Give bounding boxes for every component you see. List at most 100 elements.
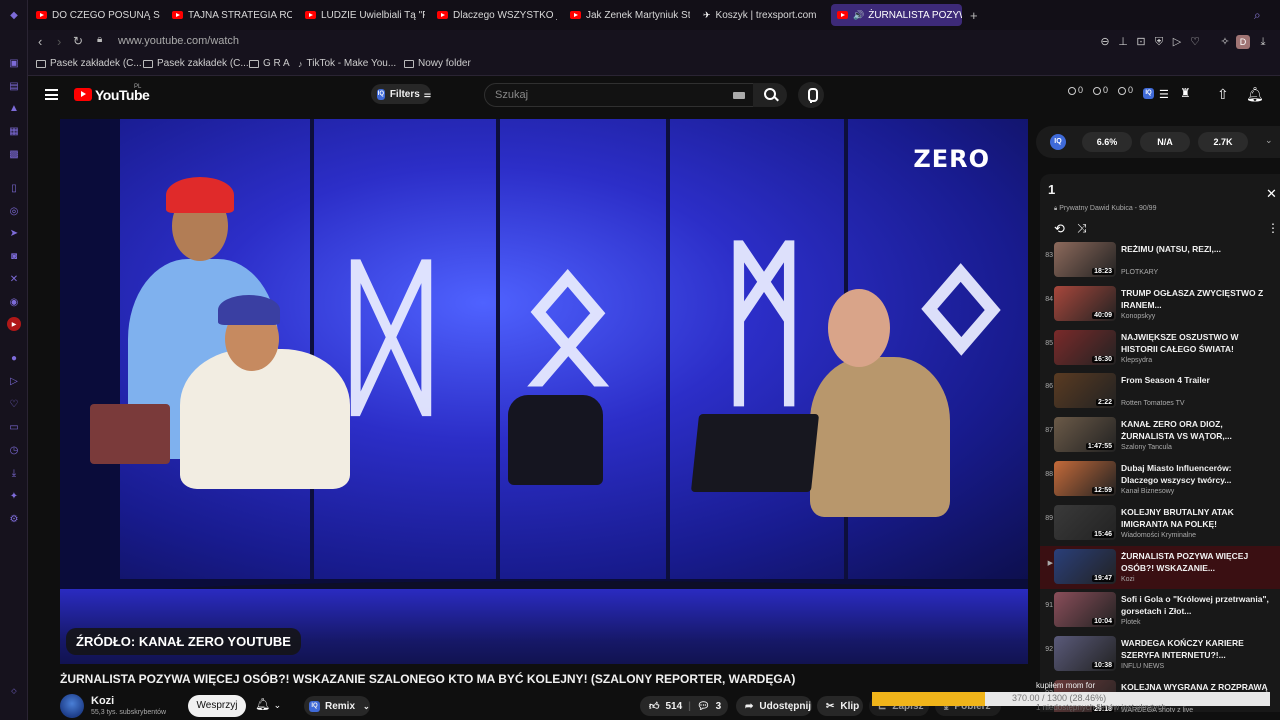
instagram-icon[interactable]: ◙ xyxy=(7,249,21,263)
iq-extension-icon[interactable]: IQ xyxy=(1143,88,1154,99)
settings-icon[interactable]: ⚙ xyxy=(7,512,21,526)
playlist-item-title[interactable]: Sofi i Gola o "Królowej przetrwania", go… xyxy=(1121,593,1271,617)
sidebar-tool-icon[interactable]: ▲ xyxy=(7,101,21,115)
bookmark-folder[interactable]: Pasek zakładek (C... xyxy=(36,58,142,69)
pin-icon[interactable]: ⊥ xyxy=(1116,35,1130,49)
video-thumbnail[interactable]: 40:09 xyxy=(1054,285,1116,321)
playlist-item[interactable]: 92 10:38 WARDEGA KOŃCZY KARIERE SZERYFA IN… xyxy=(1040,633,1280,677)
shield-icon[interactable]: ⛨ xyxy=(1152,35,1166,49)
extensions-icon[interactable]: ✦ xyxy=(7,489,21,503)
video-thumbnail[interactable]: 18:23 xyxy=(1054,242,1116,277)
clip-button[interactable]: ✂ Klip xyxy=(817,696,863,716)
hamburger-menu-icon[interactable] xyxy=(45,89,58,100)
back-icon[interactable]: ‹ xyxy=(38,34,42,49)
audio-playing-icon[interactable]: 🔊 xyxy=(853,10,864,21)
bookmark-folder[interactable]: Nowy folder xyxy=(404,58,471,69)
playlist-item-channel[interactable]: Kozi xyxy=(1121,576,1135,583)
reload-icon[interactable]: ↻ xyxy=(73,34,83,48)
video-thumbnail[interactable]: 19:47 xyxy=(1054,548,1116,584)
heart-extension-icon[interactable]: ♡ xyxy=(1188,35,1202,49)
notification-bell-icon[interactable]: 🔔︎ ⌄ xyxy=(255,697,281,711)
share-button[interactable]: ➦ Udostępnij xyxy=(736,696,812,716)
more-options-icon[interactable]: ⋮ xyxy=(1267,221,1279,235)
support-button[interactable]: Wesprzyj xyxy=(188,695,246,717)
video-player[interactable]: ᛞ ᛟ ᛗ ᛜ ZERO ŹRÓDŁO: KANAŁ ZERO YOUTUBE xyxy=(60,119,1028,664)
playlist-item-title[interactable]: TRUMP OGŁASZA ZWYCIĘSTWO Z IRANEM... xyxy=(1121,287,1271,311)
channel-avatar[interactable] xyxy=(60,694,84,718)
video-thumbnail[interactable]: 10:38 xyxy=(1054,636,1116,672)
playlist-item-title[interactable]: From Season 4 Trailer xyxy=(1121,374,1271,398)
discord-icon[interactable]: ◉ xyxy=(7,295,21,309)
playlist-item-channel[interactable]: Rotten Tomatoes TV xyxy=(1121,400,1185,407)
download-icon[interactable]: ⤓ xyxy=(7,466,21,480)
like-dislike-buttons[interactable]: 👍︎ 514 | 💬︎ 3 xyxy=(640,696,728,716)
browser-tab[interactable]: Jak Zenek Martyniuk Stał xyxy=(564,4,690,26)
playlist-item-channel[interactable]: Kanał Biznesowy xyxy=(1121,488,1174,495)
browser-tab[interactable]: ✈ Koszyk | trexsport.com xyxy=(697,4,823,26)
shuffle-icon[interactable]: ⤨ xyxy=(1077,221,1087,236)
playlist-item-channel[interactable]: Wiadomości Kryminalne xyxy=(1121,532,1196,539)
forward-icon[interactable]: › xyxy=(57,34,61,49)
browser-tab[interactable]: TAJNA STRATEGIA ROTH xyxy=(166,4,292,26)
channel-name[interactable]: Kozi xyxy=(91,695,114,707)
close-icon[interactable]: ✕ xyxy=(1266,186,1277,202)
playlist-item[interactable]: 88 12:59 Dubaj Miasto Influencerów: Dlacze… xyxy=(1040,458,1280,502)
zoom-icon[interactable]: ⊖ xyxy=(1098,35,1112,49)
youtube-logo-icon[interactable] xyxy=(74,88,92,101)
video-thumbnail[interactable]: 15:46 xyxy=(1054,504,1116,540)
playlist-item-title[interactable]: KANAŁ ZERO ORA DIOZ, ŻURNALISTA VS WĄTOR… xyxy=(1121,418,1271,442)
site-info-icon[interactable]: 🔒︎ xyxy=(97,34,102,45)
keyboard-icon[interactable] xyxy=(733,92,745,99)
tab-search-icon[interactable]: ⌕ xyxy=(1248,4,1264,26)
playlist-item-title[interactable]: REŻIMU (NATSU, REZI,... xyxy=(1121,243,1271,267)
twitch-icon[interactable]: ▯ xyxy=(7,181,21,195)
sidebar-tool-icon[interactable]: ▦ xyxy=(7,124,21,138)
playlist-item[interactable]: 83 18:23 REŻIMU (NATSU, REZI,... PLOTKARY xyxy=(1040,239,1280,283)
messenger-icon[interactable]: ◎ xyxy=(7,204,21,218)
new-tab-button[interactable]: + xyxy=(964,4,980,26)
telegram-icon[interactable]: ➤ xyxy=(7,226,21,240)
chess-icon[interactable]: ♜ xyxy=(1180,86,1191,100)
loop-icon[interactable]: ⟲ xyxy=(1054,221,1065,237)
playlist-item[interactable]: 91 10:04 Sofi i Gola o "Królowej przetrwan… xyxy=(1040,589,1280,633)
voice-search-button[interactable] xyxy=(798,82,824,108)
bookmark-tiktok[interactable]: ♪ TikTok - Make You... xyxy=(298,58,396,69)
bookmark-folder[interactable]: Pasek zakładek (C... xyxy=(143,58,249,69)
playlist-item-title[interactable]: Dubaj Miasto Influencerów: Dlaczego wszy… xyxy=(1121,462,1271,486)
playlist-item-channel[interactable]: Konopskyy xyxy=(1121,313,1155,320)
youtube-music-icon[interactable]: ▶ xyxy=(7,317,21,331)
chevron-down-icon[interactable]: ⌄ xyxy=(1265,135,1273,146)
play-extension-icon[interactable]: ▷ xyxy=(1170,35,1184,49)
playlist-item-title[interactable]: WARDEGA KOŃCZY KARIERE SZERYFA INTERNETU… xyxy=(1121,637,1271,661)
play-icon[interactable]: ▷ xyxy=(7,374,21,388)
extension-counters[interactable]: 0 0 0 xyxy=(1068,85,1133,95)
filters-button[interactable]: IQ Filters ⚌ xyxy=(371,84,431,104)
bookmark-folder[interactable]: G R A xyxy=(249,58,290,69)
browser-menu-icon[interactable]: ◆ xyxy=(7,8,21,22)
notifications-icon[interactable]: 🔔︎ xyxy=(1246,86,1264,103)
browser-tab[interactable]: LUDZIE Uwielbiali Tą "Prze xyxy=(299,4,425,26)
playlist-item-channel[interactable]: INFLU NEWS xyxy=(1121,663,1164,670)
browser-tab[interactable]: DO CZEGO POSUNĄ SIĘ K xyxy=(30,4,160,26)
like-icon[interactable]: 👍︎ xyxy=(649,700,659,712)
search-input[interactable]: Szukaj xyxy=(484,83,760,107)
playlist-item-channel[interactable]: PLOTKARY xyxy=(1121,269,1158,276)
video-thumbnail[interactable]: 2:22 xyxy=(1054,373,1116,409)
sidebar-tool-icon[interactable]: ▩ xyxy=(7,147,21,161)
heart-icon[interactable]: ♡ xyxy=(7,397,21,411)
playlist-item[interactable]: 87 1:47:55 KANAŁ ZERO ORA DIOZ, ŻURNALISTA… xyxy=(1040,414,1280,458)
playlist-item-title[interactable]: ŻURNALISTA POZYWA WIĘCEJ OSÓB?! WSKAZANI… xyxy=(1121,550,1271,574)
sidebar-footer-icon[interactable]: ◇ xyxy=(7,684,21,698)
video-thumbnail[interactable]: 1:47:55 xyxy=(1054,417,1116,453)
playlist-item-channel[interactable]: Klepsydra xyxy=(1121,357,1152,364)
url-field[interactable]: www.youtube.com/watch xyxy=(118,35,239,47)
browser-tab-active[interactable]: 🔊 ŻURNALISTA POZYWA xyxy=(831,4,962,26)
comment-icon[interactable]: 💬︎ xyxy=(697,701,710,712)
x-icon[interactable]: ✕ xyxy=(7,272,21,286)
playlist-item-channel[interactable]: Szalony Tancula xyxy=(1121,444,1172,451)
upload-icon[interactable]: ⇧ xyxy=(1217,86,1229,103)
profile-avatar[interactable]: D xyxy=(1236,35,1250,49)
playlist-item[interactable]: 84 40:09 TRUMP OGŁASZA ZWYCIĘSTWO Z IRANEM… xyxy=(1040,283,1280,327)
playlist-item-title[interactable]: KOLEJNY BRUTALNY ATAK IMIGRANTA NA POLKĘ… xyxy=(1121,506,1271,530)
sidebar-tool-icon[interactable]: ▣ xyxy=(7,56,21,70)
